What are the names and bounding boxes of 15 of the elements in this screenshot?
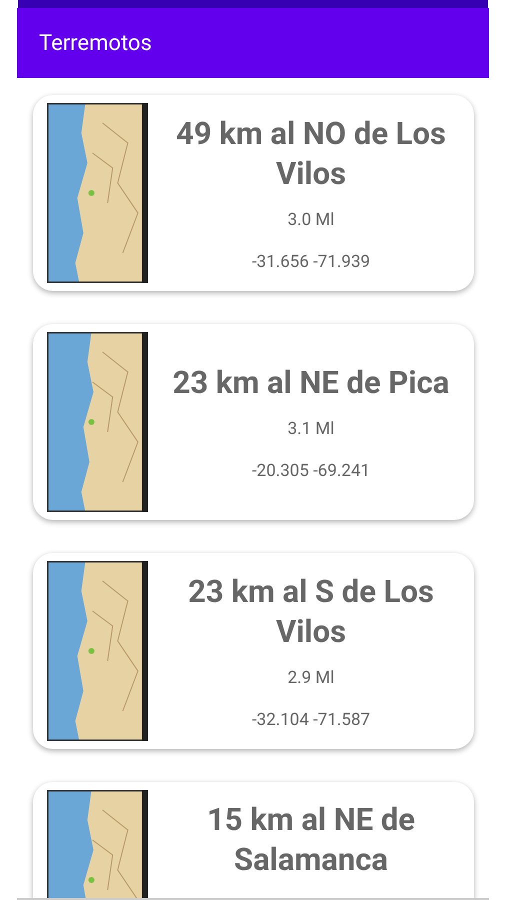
coordinates: -32.104 -71.587 [252, 710, 370, 730]
earthquake-location: 49 km al NO de Los Vilos [175, 114, 447, 194]
magnitude: 3.1 Ml [288, 419, 334, 439]
earthquake-card[interactable]: 49 km al NO de Los Vilos 3.0 Ml -31.656 -71.939 [33, 95, 474, 291]
earthquake-location: 15 km al NE de Salamanca [206, 800, 416, 880]
earthquake-location: 23 km al NE de Pica [172, 363, 450, 403]
earthquake-location: 23 km al S de Los Vilos [187, 572, 435, 652]
magnitude: 3.0 Ml [288, 210, 334, 230]
app-title: Terremotos [39, 30, 152, 56]
earthquake-card[interactable]: 23 km al S de Los Vilos 2.9 Ml -32.104 -71.587 [33, 553, 474, 749]
earthquake-card[interactable]: 15 km al NE de Salamanca [33, 782, 474, 898]
coordinates: -31.656 -71.939 [252, 252, 370, 272]
earthquake-card[interactable]: 23 km al NE de Pica 3.1 Ml -20.305 -69.241 [33, 324, 474, 520]
magnitude: 2.9 Ml [288, 668, 334, 688]
coordinates: -20.305 -69.241 [252, 461, 370, 481]
